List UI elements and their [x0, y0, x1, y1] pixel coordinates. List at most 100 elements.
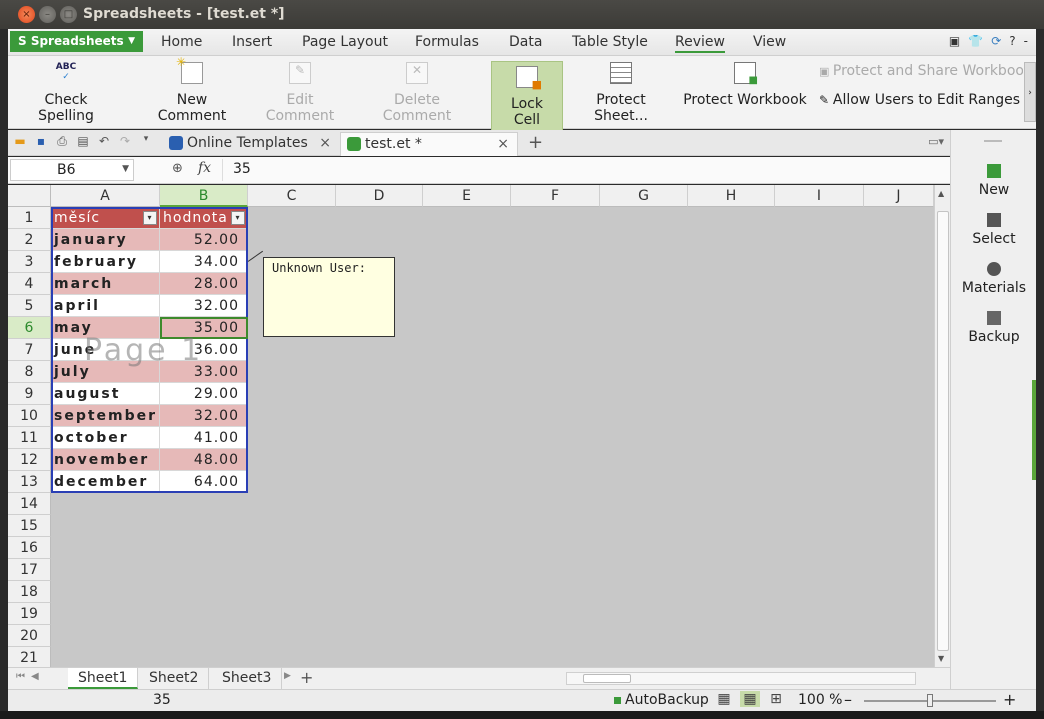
sheet-tab-sheet2[interactable]: Sheet2 — [139, 668, 210, 689]
insert-function-icon[interactable]: fx — [198, 160, 211, 176]
delete-comment-button[interactable]: ✕ Delete Comment — [360, 62, 474, 124]
save-icon[interactable]: ▪ — [33, 134, 49, 150]
month-cell[interactable]: february — [51, 251, 160, 273]
row-header-14[interactable]: 14 — [8, 493, 51, 515]
protect-workbook-button[interactable]: ■ Protect Workbook — [682, 62, 808, 108]
value-cell[interactable]: 41.00 — [160, 427, 248, 449]
cell-comment-box[interactable]: Unknown User: — [263, 257, 395, 337]
value-cell[interactable]: 32.00 — [160, 405, 248, 427]
row-header-9[interactable]: 9 — [8, 383, 51, 405]
month-cell[interactable]: august — [51, 383, 160, 405]
row-header-7[interactable]: 7 — [8, 339, 51, 361]
add-sheet-button[interactable]: + — [300, 668, 313, 687]
new-tab-button[interactable]: + — [528, 132, 543, 153]
row-header-15[interactable]: 15 — [8, 515, 51, 537]
vertical-scroll-thumb[interactable] — [937, 211, 949, 651]
name-box[interactable]: B6 ▼ — [10, 159, 134, 181]
zoom-in-button[interactable]: + — [1003, 690, 1016, 709]
row-header-3[interactable]: 3 — [8, 251, 51, 273]
row-header-21[interactable]: 21 — [8, 647, 51, 667]
tab-test-et[interactable]: test.et * × — [340, 132, 518, 156]
app-menu-button[interactable]: S Spreadsheets ▼ — [10, 31, 143, 52]
new-comment-button[interactable]: ✳ New Comment — [142, 55, 242, 124]
value-cell[interactable]: 34.00 — [160, 251, 248, 273]
skin-icon[interactable]: 👕 — [968, 34, 983, 48]
sheet-tab-sheet3[interactable]: Sheet3 — [212, 668, 283, 689]
reading-view-icon[interactable]: ⊞ — [766, 691, 786, 707]
menu-data[interactable]: Data — [509, 34, 542, 50]
print-preview-icon[interactable]: ▤ — [75, 134, 91, 150]
column-header-e[interactable]: E — [423, 185, 511, 207]
normal-view-icon[interactable]: ▦ — [714, 691, 734, 707]
ribbon-scroll-right-button[interactable]: › — [1024, 62, 1036, 122]
table-header-cell[interactable]: hodnota ▾ — [160, 207, 248, 229]
protect-sheet-button[interactable]: Protect Sheet... — [568, 62, 674, 124]
scroll-down-icon[interactable]: ▼ — [938, 654, 944, 663]
row-header-1[interactable]: 1 — [8, 207, 51, 229]
value-cell[interactable]: 48.00 — [160, 449, 248, 471]
task-pane-materials[interactable]: Materials — [951, 262, 1037, 296]
zoom-formula-icon[interactable]: ⊕ — [172, 161, 183, 176]
task-pane-handle[interactable] — [984, 140, 1002, 142]
zoom-slider-knob[interactable] — [927, 694, 933, 707]
open-folder-icon[interactable]: ▬ — [12, 134, 28, 150]
column-header-j[interactable]: J — [864, 185, 934, 207]
month-cell[interactable]: march — [51, 273, 160, 295]
menu-view[interactable]: View — [753, 34, 786, 50]
select-all-corner[interactable] — [8, 185, 51, 207]
close-tab-icon[interactable]: × — [497, 136, 509, 152]
menu-review[interactable]: Review — [675, 34, 725, 53]
column-header-i[interactable]: I — [775, 185, 864, 207]
row-header-8[interactable]: 8 — [8, 361, 51, 383]
row-header-18[interactable]: 18 — [8, 581, 51, 603]
month-cell[interactable]: october — [51, 427, 160, 449]
check-spelling-button[interactable]: ABC ✓ Check Spelling — [18, 62, 114, 124]
edit-comment-button[interactable]: ✎ Edit Comment — [252, 62, 348, 124]
sheet-nav-arrows[interactable]: ⏮◀ — [16, 671, 45, 682]
scroll-up-icon[interactable]: ▲ — [938, 189, 944, 198]
column-header-c[interactable]: C — [248, 185, 336, 207]
column-header-f[interactable]: F — [511, 185, 600, 207]
row-header-6[interactable]: 6 — [8, 317, 51, 339]
column-header-h[interactable]: H — [688, 185, 775, 207]
row-header-19[interactable]: 19 — [8, 603, 51, 625]
chevron-down-icon[interactable]: ▼ — [122, 164, 129, 174]
lock-cell-button[interactable]: ■ Lock Cell — [491, 61, 563, 133]
row-header-11[interactable]: 11 — [8, 427, 51, 449]
value-cell[interactable]: 64.00 — [160, 471, 248, 493]
row-header-20[interactable]: 20 — [8, 625, 51, 647]
task-pane-backup[interactable]: Backup — [951, 311, 1037, 345]
month-cell[interactable]: december — [51, 471, 160, 493]
zoom-out-button[interactable]: – — [844, 690, 852, 709]
allow-users-edit-ranges-button[interactable]: ✎ Allow Users to Edit Ranges — [819, 92, 1020, 108]
row-header-12[interactable]: 12 — [8, 449, 51, 471]
redo-icon[interactable]: ↷ — [117, 134, 133, 150]
task-pane-select[interactable]: Select — [951, 213, 1037, 247]
column-header-a[interactable]: A — [51, 185, 160, 207]
filter-dropdown-icon[interactable]: ▾ — [143, 211, 157, 225]
undo-icon[interactable]: ↶ — [96, 134, 112, 150]
menu-page-layout[interactable]: Page Layout — [302, 34, 388, 50]
month-cell[interactable]: september — [51, 405, 160, 427]
row-header-2[interactable]: 2 — [8, 229, 51, 251]
menu-table-style[interactable]: Table Style — [572, 34, 648, 50]
minimize-window-button[interactable]: – — [39, 6, 56, 23]
row-header-10[interactable]: 10 — [8, 405, 51, 427]
tab-list-menu-icon[interactable]: ▭▾ — [928, 135, 944, 148]
filter-dropdown-icon[interactable]: ▾ — [231, 211, 245, 225]
month-cell[interactable]: january — [51, 229, 160, 251]
row-header-17[interactable]: 17 — [8, 559, 51, 581]
row-header-4[interactable]: 4 — [8, 273, 51, 295]
sheet-tab-sheet1[interactable]: Sheet1 — [68, 668, 139, 689]
zoom-slider[interactable] — [864, 694, 996, 707]
protect-and-share-button[interactable]: ▣ Protect and Share Workbook — [819, 63, 1023, 79]
close-window-button[interactable]: × — [18, 6, 35, 23]
autobackup-toggle[interactable]: AutoBackup — [614, 692, 709, 708]
horizontal-scroll-thumb[interactable] — [583, 674, 631, 683]
month-cell[interactable]: april — [51, 295, 160, 317]
menu-formulas[interactable]: Formulas — [415, 34, 479, 50]
minimize-ribbon-icon[interactable]: - — [1024, 34, 1028, 48]
row-header-5[interactable]: 5 — [8, 295, 51, 317]
help-icon[interactable]: ? — [1009, 34, 1015, 48]
sync-icon[interactable]: ⟳ — [991, 34, 1001, 48]
